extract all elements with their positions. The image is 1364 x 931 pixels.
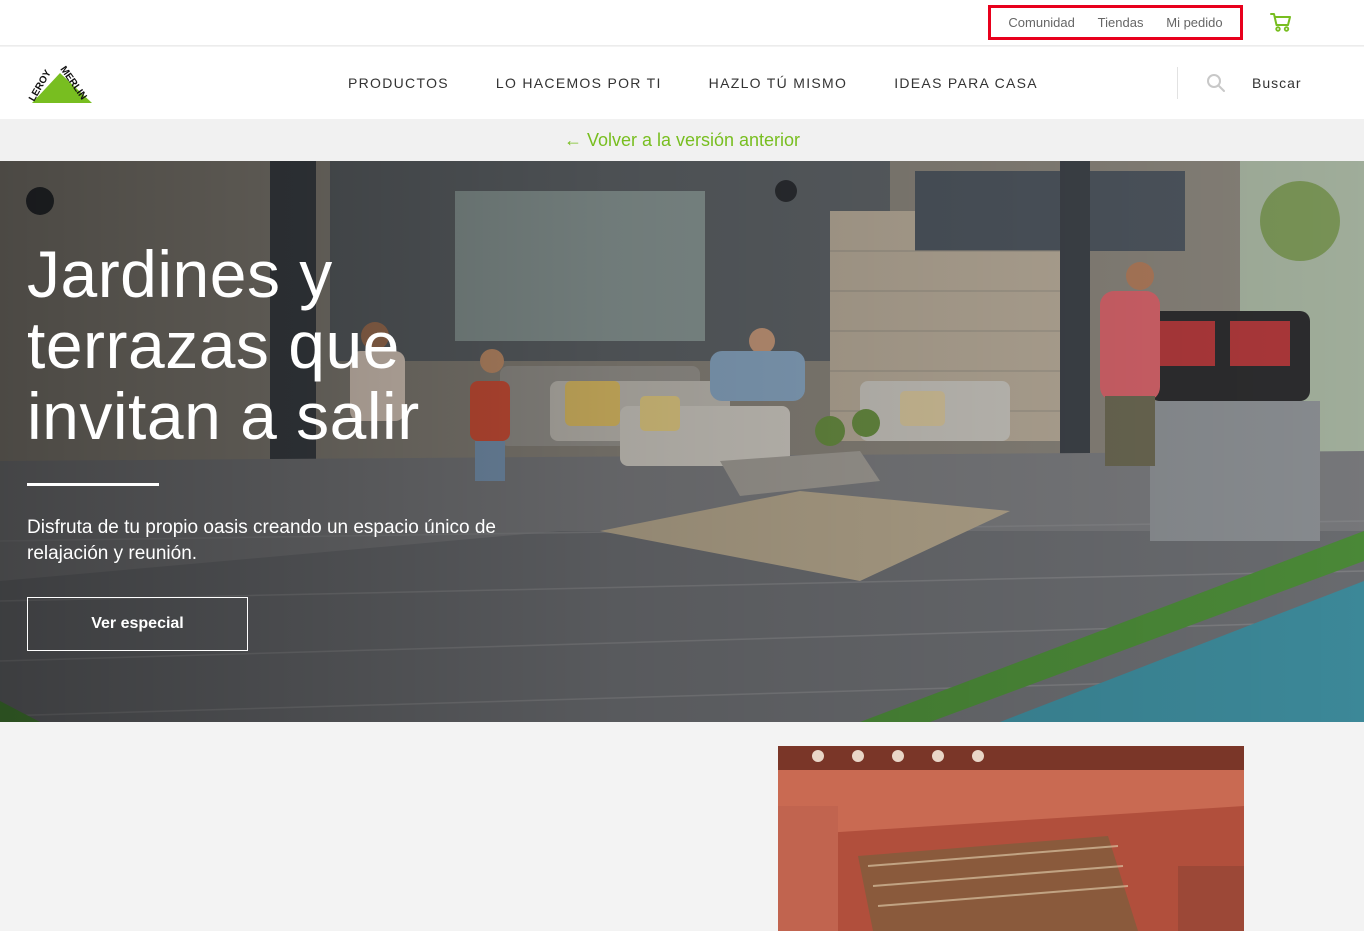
hero-subtitle: Disfruta de tu propio oasis creando un e… (27, 517, 496, 564)
cart-icon[interactable] (1268, 10, 1294, 34)
hero-title: Jardines y terrazas que invitan a salir (27, 237, 420, 453)
content-section (0, 722, 1364, 931)
leroy-merlin-logo[interactable]: LEROY MERLIN (24, 61, 96, 107)
nav-ideas-para-casa[interactable]: IDEAS PARA CASA (894, 75, 1038, 91)
nav-productos[interactable]: PRODUCTOS (348, 75, 449, 91)
main-navigation: LEROY MERLIN PRODUCTOS LO HACEMOS POR TI… (0, 47, 1364, 119)
search-button[interactable]: Buscar (1206, 71, 1302, 95)
utility-links: Comunidad Tiendas Mi pedido (988, 5, 1243, 40)
link-comunidad[interactable]: Comunidad (1008, 15, 1075, 30)
top-utility-bar: Comunidad Tiendas Mi pedido (0, 0, 1364, 46)
promo-image[interactable] (778, 746, 1244, 931)
hero-divider (27, 483, 159, 486)
back-to-previous-version-bar: ← Volver a la versión anterior (0, 119, 1364, 161)
link-tiendas[interactable]: Tiendas (1098, 15, 1144, 30)
nav-hazlo-tu-mismo[interactable]: HAZLO TÚ MISMO (709, 75, 848, 91)
hero-banner: Jardines y terrazas que invitan a salir … (0, 161, 1364, 722)
ver-especial-button[interactable]: Ver especial (27, 597, 248, 651)
link-mi-pedido[interactable]: Mi pedido (1166, 15, 1222, 30)
search-label: Buscar (1252, 75, 1302, 91)
nav-divider (1177, 67, 1178, 99)
search-icon (1207, 74, 1225, 92)
nav-lo-hacemos-por-ti[interactable]: LO HACEMOS POR TI (496, 75, 662, 91)
nav-menu: PRODUCTOS LO HACEMOS POR TI HAZLO TÚ MIS… (348, 47, 1085, 119)
back-to-previous-version-link[interactable]: ← Volver a la versión anterior (564, 130, 800, 150)
